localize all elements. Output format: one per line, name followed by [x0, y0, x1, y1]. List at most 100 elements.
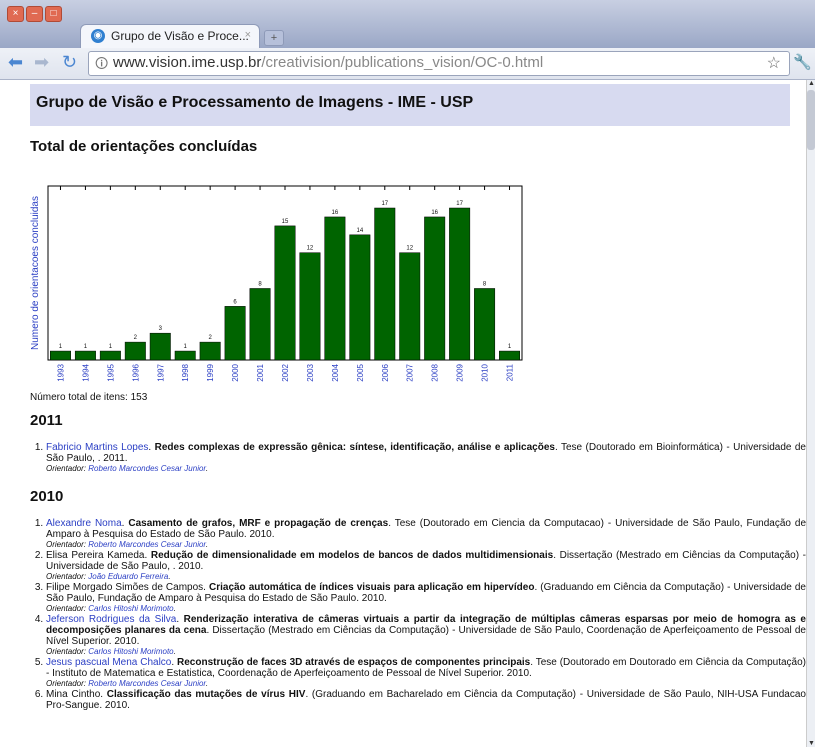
vertical-scrollbar[interactable]: ▲ ▼: [806, 80, 815, 747]
maximize-window-button[interactable]: □: [45, 6, 62, 22]
header-banner: Grupo de Visão e Processamento de Imagen…: [30, 84, 790, 126]
bookmark-star-icon[interactable]: ☆: [767, 53, 781, 73]
chart-bar: [449, 207, 471, 361]
x-tick-label: 1996: [131, 363, 140, 381]
x-tick-label: 1999: [206, 363, 215, 381]
chart-bar: [299, 252, 321, 361]
new-tab-button[interactable]: +: [264, 30, 284, 46]
advisor-link[interactable]: Roberto Marcondes Cesar Junior: [88, 679, 206, 688]
forward-arrow-icon[interactable]: ➡: [34, 52, 49, 73]
total-count: Número total de itens: 153: [30, 392, 148, 403]
chart-bar: [499, 350, 521, 361]
publication-ordered-list: Fabricio Martins Lopes. Redes complexas …: [30, 442, 806, 474]
back-arrow-icon[interactable]: ⬅: [8, 52, 23, 73]
chart-bar: [149, 332, 171, 361]
advisor-line: Orientador: Roberto Marcondes Cesar Juni…: [46, 679, 209, 688]
y-axis-label: Numero de orientacoes concluidas: [30, 196, 41, 350]
window-controls: × – □: [7, 6, 62, 22]
x-tick-label: 2010: [481, 363, 490, 381]
publication-title: Redes complexas de expressão gênica: sín…: [154, 442, 555, 453]
publication-item: Fabricio Martins Lopes. Redes complexas …: [46, 442, 806, 473]
bar-chart: Numero de orientacoes concluidas 11993119…: [30, 185, 523, 382]
minimize-window-button[interactable]: –: [26, 6, 43, 22]
publication-title: Redução de dimensionalidade em modelos d…: [150, 550, 554, 561]
advisor-label: Orientador:: [46, 572, 87, 581]
address-bar[interactable]: 🛈 www.vision.ime.usp.br/creativision/pub…: [88, 51, 790, 76]
browser-toolbar: ⬅ ➡ ↻ 🛈 www.vision.ime.usp.br/creativisi…: [0, 48, 815, 80]
publication-item: Alexandre Noma. Casamento de grafos, MRF…: [46, 518, 806, 549]
advisor-label: Orientador:: [46, 604, 87, 613]
close-window-button[interactable]: ×: [7, 6, 24, 22]
x-tick-label: 2004: [331, 363, 340, 381]
chart-bar: [274, 225, 296, 361]
chart-bar: [349, 234, 371, 361]
author-link: Elisa Pereira Kameda: [46, 550, 145, 561]
publication-item: Jeferson Rodrigues da Silva. Renderizaçã…: [46, 614, 806, 656]
data-label: 17: [381, 201, 388, 207]
wrench-icon[interactable]: 🔧: [793, 53, 812, 71]
publication-item: Jesus pascual Mena Chalco. Reconstrução …: [46, 657, 806, 688]
publication-title: Classificação das mutações de vírus HIV: [106, 689, 306, 700]
chart-bar: [424, 216, 446, 361]
window-titlebar: × – □ ◉ Grupo de Visão e Proce... × +: [0, 0, 815, 49]
x-tick-label: 2008: [431, 363, 440, 381]
author-link[interactable]: Jeferson Rodrigues da Silva: [46, 614, 176, 625]
url-path: /creativision/publications_vision/OC-0.h…: [261, 54, 544, 71]
reload-icon[interactable]: ↻: [62, 52, 77, 73]
page-icon: 🛈: [95, 56, 109, 71]
x-tick-label: 2000: [231, 363, 240, 381]
tab-active[interactable]: ◉ Grupo de Visão e Proce... ×: [80, 24, 260, 49]
data-label: 12: [307, 246, 314, 252]
advisor-label: Orientador:: [46, 540, 87, 549]
advisor-link[interactable]: Carlos Hitoshi Morimoto: [88, 604, 173, 613]
scrollbar-thumb[interactable]: [807, 90, 815, 150]
advisor-label: Orientador:: [46, 464, 87, 473]
advisor-line: Orientador: João Eduardo Ferreira.: [46, 572, 171, 581]
x-tick-label: 1995: [106, 363, 115, 381]
chart-bar: [99, 350, 121, 361]
chart-bar: [74, 350, 96, 361]
author-link[interactable]: Jesus pascual Mena Chalco: [46, 657, 171, 668]
chart-bar: [249, 288, 271, 361]
advisor-link[interactable]: João Eduardo Ferreira: [88, 572, 168, 581]
x-tick-label: 1998: [181, 363, 190, 381]
chart-bar: [49, 350, 71, 361]
section-title: Total de orientações concluídas: [30, 138, 258, 155]
chart-bar: [474, 288, 496, 361]
chart-bar: [224, 306, 246, 361]
author-link[interactable]: Fabricio Martins Lopes: [46, 442, 148, 453]
publication-item: Filipe Morgado Simões de Campos. Criação…: [46, 582, 806, 613]
x-tick-label: 2003: [306, 363, 315, 381]
x-tick-label: 1994: [81, 363, 90, 381]
chart-bar: [324, 216, 346, 361]
year-heading: 2010: [30, 488, 64, 505]
advisor-link[interactable]: Roberto Marcondes Cesar Junior: [88, 464, 206, 473]
data-label: 17: [456, 201, 463, 207]
data-label: 15: [282, 219, 289, 225]
advisor-line: Orientador: Roberto Marcondes Cesar Juni…: [46, 464, 209, 473]
author-link: Filipe Morgado Simões de Campos: [46, 582, 204, 593]
x-tick-label: 2009: [456, 363, 465, 381]
advisor-link[interactable]: Carlos Hitoshi Morimoto: [88, 647, 173, 656]
chart-bar: [199, 341, 221, 361]
tab-close-icon[interactable]: ×: [245, 29, 251, 41]
scroll-up-icon[interactable]: ▲: [807, 80, 815, 87]
x-tick-label: 2007: [406, 363, 415, 381]
publication-title: Reconstrução de faces 3D através de espa…: [177, 657, 531, 668]
data-label: 16: [431, 210, 438, 216]
scroll-down-icon[interactable]: ▼: [807, 740, 815, 747]
year-heading: 2011: [30, 412, 63, 429]
publication-title: Criação automática de índices visuais pa…: [208, 582, 535, 593]
url-host: www.vision.ime.usp.br: [113, 54, 262, 71]
x-tick-label: 2005: [356, 363, 365, 381]
x-tick-label: 2006: [381, 363, 390, 381]
globe-icon: ◉: [91, 29, 105, 43]
author-link[interactable]: Alexandre Noma: [46, 518, 122, 529]
advisor-link[interactable]: Roberto Marcondes Cesar Junior: [88, 540, 206, 549]
publication-ordered-list: Alexandre Noma. Casamento de grafos, MRF…: [30, 518, 806, 712]
advisor-line: Orientador: Carlos Hitoshi Morimoto.: [46, 604, 176, 613]
chart-bar: [124, 341, 146, 361]
page-content: Grupo de Visão e Processamento de Imagen…: [0, 80, 806, 747]
author-link: Mina Cintho: [46, 689, 101, 700]
advisor-line: Orientador: Roberto Marcondes Cesar Juni…: [46, 540, 209, 549]
